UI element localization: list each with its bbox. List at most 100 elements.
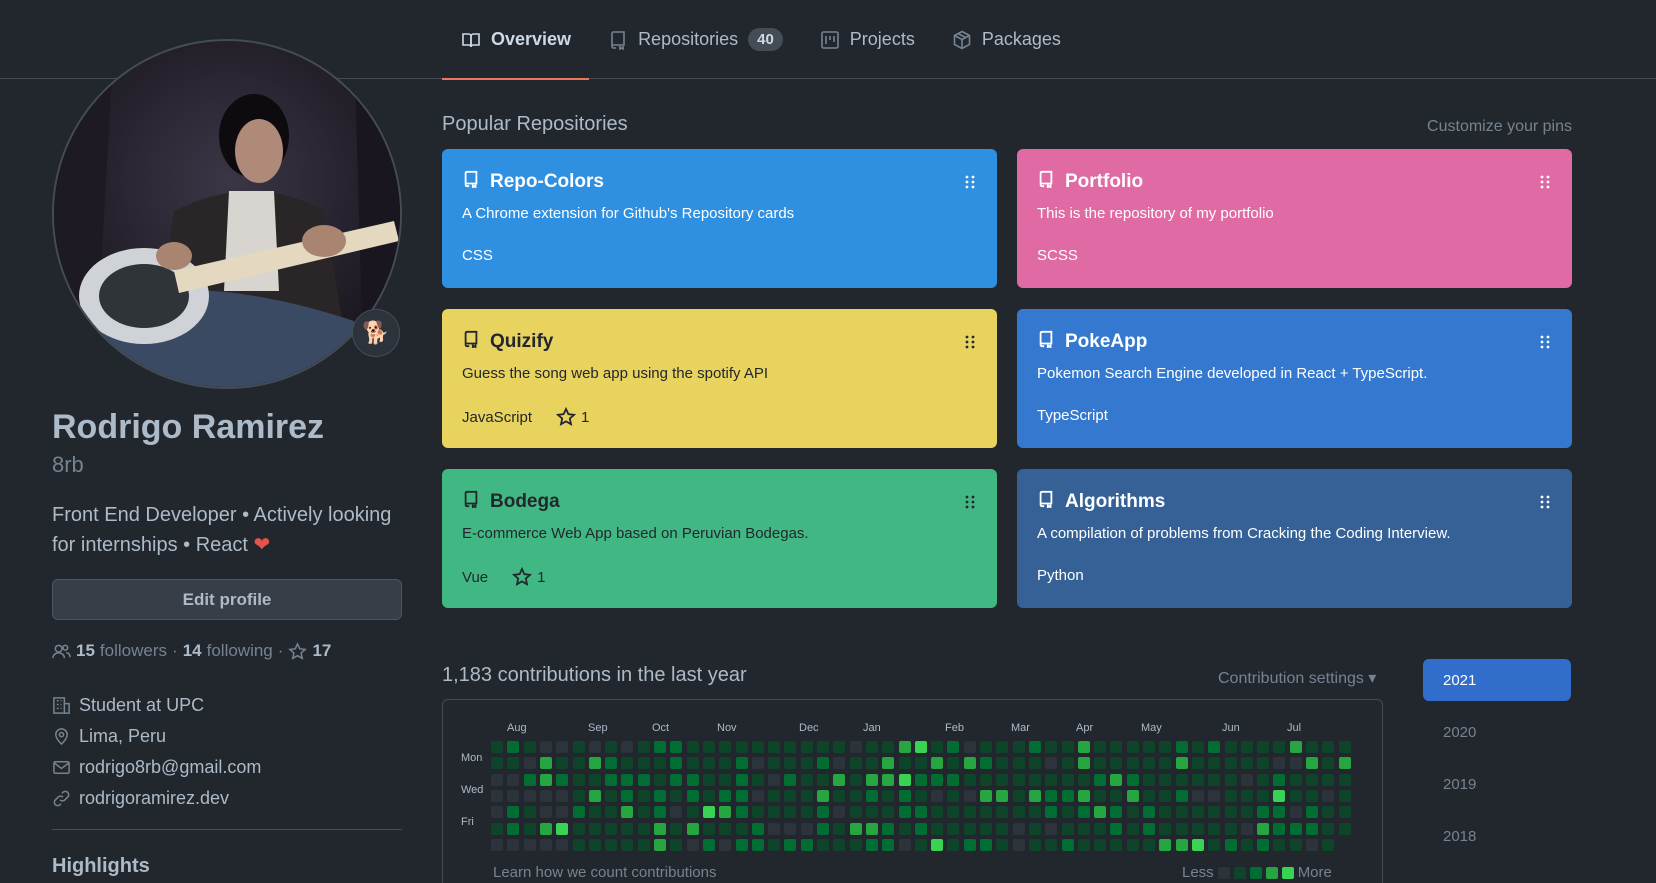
contribution-day[interactable] [1273, 757, 1286, 770]
contribution-day[interactable] [654, 822, 666, 835]
contribution-day[interactable] [670, 806, 683, 819]
contribution-day[interactable] [980, 822, 992, 835]
contribution-day[interactable] [1143, 757, 1155, 770]
contribution-day[interactable] [539, 757, 552, 770]
contribution-day[interactable] [1240, 757, 1253, 770]
contribution-day[interactable] [1094, 822, 1107, 835]
contribution-day[interactable] [1143, 806, 1155, 819]
contribution-day[interactable] [507, 773, 520, 786]
repo-card[interactable]: Quizify Guess the song web app using the… [442, 309, 997, 448]
contribution-day[interactable] [865, 789, 878, 802]
contribution-day[interactable] [702, 822, 715, 835]
contribution-day[interactable] [1257, 773, 1270, 786]
contribution-day[interactable] [849, 822, 862, 835]
contribution-day[interactable] [833, 822, 846, 835]
contribution-day[interactable] [817, 806, 829, 819]
contribution-day[interactable] [523, 838, 536, 851]
contribution-day[interactable] [1338, 806, 1351, 819]
contribution-day[interactable] [507, 822, 520, 835]
contribution-day[interactable] [523, 822, 536, 835]
contribution-day[interactable] [1028, 757, 1041, 770]
contribution-day[interactable] [914, 822, 927, 835]
contribution-day[interactable] [491, 806, 503, 819]
contribution-day[interactable] [491, 741, 503, 753]
contribution-day[interactable] [686, 789, 699, 802]
contribution-day[interactable] [507, 789, 520, 802]
contribution-day[interactable] [735, 822, 748, 835]
contribution-day[interactable] [1289, 838, 1302, 851]
contribution-day[interactable] [1126, 838, 1139, 851]
repo-card[interactable]: Repo-Colors A Chrome extension for Githu… [442, 149, 997, 288]
contribution-day[interactable] [1045, 773, 1058, 786]
contribution-day[interactable] [1257, 789, 1270, 802]
detail-website[interactable]: rodrigoramirez.dev [52, 783, 261, 814]
contribution-day[interactable] [556, 757, 569, 770]
contribution-day[interactable] [1028, 806, 1041, 819]
contribution-day[interactable] [1306, 757, 1318, 770]
contribution-day[interactable] [735, 789, 748, 802]
contribution-day[interactable] [914, 838, 927, 851]
contribution-day[interactable] [507, 757, 520, 770]
contribution-day[interactable] [1012, 789, 1025, 802]
contribution-day[interactable] [800, 822, 813, 835]
contribution-day[interactable] [833, 789, 846, 802]
contribution-day[interactable] [784, 822, 797, 835]
contribution-day[interactable] [914, 773, 927, 786]
contribution-day[interactable] [719, 741, 732, 753]
contribution-settings-dropdown[interactable]: Contribution settings ▾ [1218, 668, 1376, 688]
contribution-day[interactable] [588, 838, 601, 851]
contribution-day[interactable] [751, 741, 764, 753]
contribution-day[interactable] [751, 773, 764, 786]
contribution-day[interactable] [947, 741, 960, 753]
contribution-day[interactable] [491, 838, 503, 851]
contribution-day[interactable] [702, 838, 715, 851]
contribution-day[interactable] [931, 773, 944, 786]
contribution-day[interactable] [605, 822, 618, 835]
contribution-day[interactable] [751, 806, 764, 819]
contribution-day[interactable] [556, 822, 569, 835]
contribution-day[interactable] [1257, 757, 1270, 770]
contribution-day[interactable] [654, 757, 666, 770]
contribution-day[interactable] [1224, 806, 1237, 819]
contribution-day[interactable] [768, 757, 781, 770]
contribution-day[interactable] [784, 741, 797, 753]
repo-card[interactable]: Algorithms A compilation of problems fro… [1017, 469, 1572, 608]
contribution-day[interactable] [1126, 822, 1139, 835]
contribution-day[interactable] [947, 773, 960, 786]
contribution-day[interactable] [931, 806, 944, 819]
tab-packages[interactable]: Packages [933, 0, 1079, 79]
repo-card[interactable]: PokeApp Pokemon Search Engine developed … [1017, 309, 1572, 448]
contribution-day[interactable] [882, 838, 895, 851]
contribution-day[interactable] [686, 838, 699, 851]
contribution-day[interactable] [882, 822, 895, 835]
contribution-day[interactable] [1126, 741, 1139, 753]
contribution-day[interactable] [947, 806, 960, 819]
contribution-day[interactable] [1240, 741, 1253, 753]
contribution-day[interactable] [1110, 838, 1123, 851]
contribution-day[interactable] [572, 789, 585, 802]
contribution-day[interactable] [768, 838, 781, 851]
contribution-day[interactable] [670, 757, 683, 770]
contribution-day[interactable] [1273, 822, 1286, 835]
contribution-day[interactable] [1126, 773, 1139, 786]
contribution-day[interactable] [686, 741, 699, 753]
contribution-day[interactable] [947, 838, 960, 851]
contribution-day[interactable] [784, 838, 797, 851]
contribution-day[interactable] [833, 757, 846, 770]
contribution-day[interactable] [654, 773, 666, 786]
contribution-day[interactable] [1045, 822, 1058, 835]
contribution-day[interactable] [751, 757, 764, 770]
contribution-day[interactable] [1077, 757, 1090, 770]
contribution-day[interactable] [800, 838, 813, 851]
contribution-day[interactable] [1110, 789, 1123, 802]
contribution-day[interactable] [1322, 838, 1335, 851]
contribution-day[interactable] [882, 741, 895, 753]
contribution-day[interactable] [1143, 822, 1155, 835]
contribution-day[interactable] [637, 822, 650, 835]
contribution-day[interactable] [963, 789, 976, 802]
contribution-day[interactable] [523, 773, 536, 786]
contribution-day[interactable] [898, 741, 911, 753]
contribution-day[interactable] [931, 838, 944, 851]
contribution-day[interactable] [1322, 822, 1335, 835]
contribution-day[interactable] [849, 741, 862, 753]
